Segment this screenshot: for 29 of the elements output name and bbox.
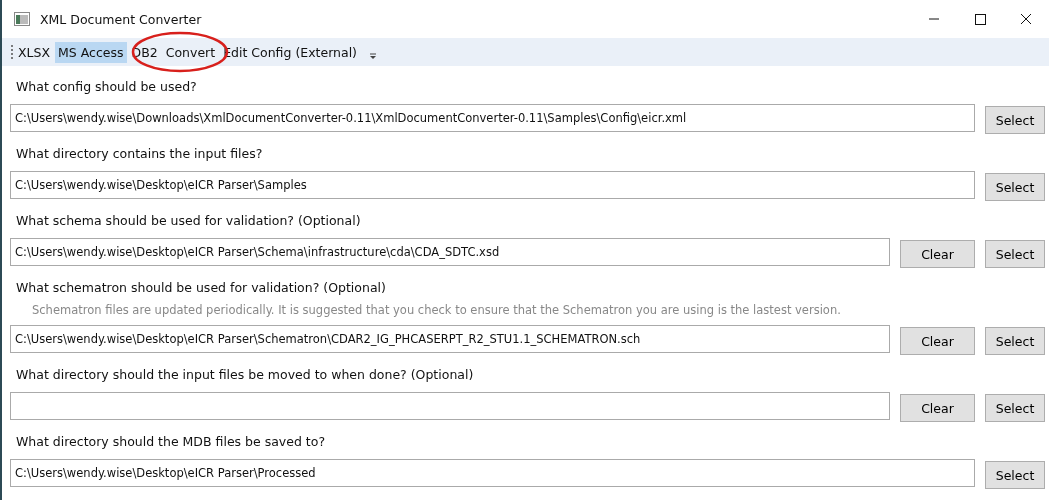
window-title: XML Document Converter — [40, 11, 202, 27]
path-field[interactable]: C:\Users\wendy.wise\Downloads\XmlDocumentConverter-0.11\XmlDocumentConverter-0.11\Samples\Config\eicr.xml — [10, 104, 975, 132]
action-button[interactable]: Select — [985, 173, 1045, 201]
question-label: What directory should the input files be moved to when done? (Optional) — [16, 366, 475, 384]
question-label: What schematron should be used for validation? (Optional) — [16, 279, 387, 297]
action-button[interactable]: Clear — [900, 327, 975, 355]
action-button[interactable]: Select — [985, 240, 1045, 268]
toolbar-button[interactable]: XLSX — [15, 41, 54, 63]
path-field[interactable]: C:\Users\wendy.wise\Desktop\eICR Parser\Samples — [10, 171, 975, 199]
action-button[interactable]: Select — [985, 394, 1045, 422]
toolbar-button[interactable]: MS Access — [55, 41, 127, 63]
path-field[interactable]: C:\Users\wendy.wise\Desktop\eICR Parser\Processed — [10, 459, 975, 487]
toolbar-button[interactable]: Convert — [162, 41, 219, 63]
question-label: What schema should be used for validation? (Optional) — [16, 212, 362, 230]
grip-icon — [10, 44, 14, 60]
app-icon — [14, 12, 30, 26]
path-field[interactable]: C:\Users\wendy.wise\Desktop\eICR Parser\Schematron\CDAR2_IG_PHCASERPT_R2_STU1.1_SCHEMATRON.sch — [10, 325, 890, 353]
path-field[interactable] — [10, 392, 890, 420]
path-field[interactable]: C:\Users\wendy.wise\Desktop\eICR Parser\Schema\infrastructure\cda\CDA_SDTC.xsd — [10, 238, 890, 266]
overflow-icon[interactable] — [369, 51, 377, 61]
note-text: Schematron files are updated periodically. It is suggested that you check to ensure that the Schematron you are using is the lastest version. — [32, 303, 842, 317]
question-label: What config should be used? — [16, 78, 198, 96]
action-button[interactable]: Select — [985, 106, 1045, 134]
action-button[interactable]: Select — [985, 327, 1045, 355]
question-label: What directory should the MDB files be saved to? — [16, 433, 326, 451]
action-button[interactable]: Clear — [900, 240, 975, 268]
question-label: What directory contains the input files? — [16, 145, 264, 163]
action-button[interactable]: Clear — [900, 394, 975, 422]
action-button[interactable]: Select — [985, 461, 1045, 489]
